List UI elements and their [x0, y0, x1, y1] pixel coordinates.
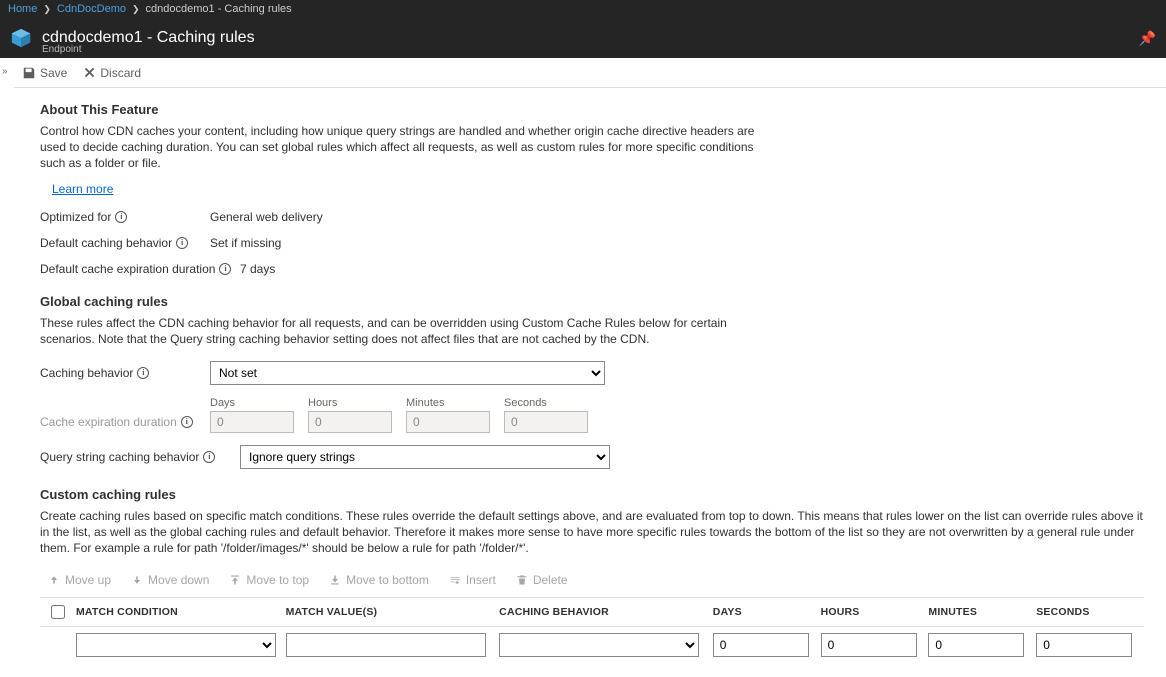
hours-input [308, 411, 392, 433]
arrow-down-icon [131, 574, 143, 586]
info-icon[interactable]: i [219, 263, 231, 275]
expiration-duration-label: Cache expiration durationi [40, 415, 210, 433]
minutes-input [406, 411, 490, 433]
global-rules-description: These rules affect the CDN caching behav… [40, 315, 760, 347]
global-rules-heading: Global caching rules [40, 294, 1144, 309]
title-bar: cdndocdemo1 - Caching rules Endpoint 📌 [0, 18, 1166, 58]
about-description: Control how CDN caches your content, inc… [40, 123, 760, 172]
info-icon[interactable]: i [176, 237, 188, 249]
info-icon[interactable]: i [137, 367, 149, 379]
chevron-right-icon: ❯ [132, 4, 140, 15]
move-down-button[interactable]: Move down [131, 573, 209, 587]
save-label: Save [40, 66, 67, 80]
header-minutes: MINUTES [928, 606, 1036, 618]
custom-rules-heading: Custom caching rules [40, 487, 1144, 502]
seconds-input [504, 411, 588, 433]
row-caching-behavior-select[interactable] [499, 633, 699, 657]
default-behavior-value: Set if missing [210, 236, 281, 250]
minutes-label: Minutes [406, 397, 490, 409]
delete-icon [516, 574, 528, 586]
header-caching-behavior: CACHING BEHAVIOR [499, 606, 713, 618]
table-header-row: MATCH CONDITION MATCH VALUE(S) CACHING B… [40, 597, 1144, 627]
header-hours: HOURS [821, 606, 929, 618]
pin-icon[interactable]: 📌 [1139, 30, 1156, 47]
default-behavior-label: Default caching behaviori [40, 236, 210, 250]
header-days: DAYS [713, 606, 821, 618]
row-seconds-input[interactable] [1036, 633, 1132, 657]
query-string-behavior-select[interactable]: Ignore query strings [240, 445, 610, 469]
row-hours-input[interactable] [821, 633, 917, 657]
endpoint-cube-icon [10, 27, 32, 49]
arrow-bottom-icon [329, 574, 341, 586]
learn-more-link[interactable]: Learn more [52, 182, 113, 196]
caching-behavior-select[interactable]: Not set [210, 361, 605, 385]
header-match-values: MATCH VALUE(S) [286, 606, 500, 618]
move-to-top-button[interactable]: Move to top [229, 573, 309, 587]
move-up-button[interactable]: Move up [48, 573, 111, 587]
discard-label: Discard [100, 66, 141, 80]
optimized-for-value: General web delivery [210, 210, 323, 224]
breadcrumb-cdndocdemo[interactable]: CdnDocDemo [57, 3, 126, 15]
select-all-checkbox[interactable] [51, 605, 65, 619]
command-toolbar: Save Discard [14, 58, 1166, 88]
breadcrumb: Home ❯ CdnDocDemo ❯ cdndocdemo1 - Cachin… [0, 0, 1166, 18]
expand-panel-icon[interactable]: » [0, 62, 10, 77]
info-icon[interactable]: i [181, 416, 193, 428]
row-match-condition-select[interactable] [76, 633, 276, 657]
days-label: Days [210, 397, 294, 409]
default-duration-label: Default cache expiration durationi [40, 262, 240, 276]
about-heading: About This Feature [40, 102, 1144, 117]
discard-button[interactable]: Discard [83, 66, 141, 80]
row-days-input[interactable] [713, 633, 809, 657]
table-row [40, 627, 1144, 663]
discard-icon [83, 66, 96, 79]
row-minutes-input[interactable] [928, 633, 1024, 657]
caching-behavior-label: Caching behaviori [40, 366, 210, 380]
row-match-values-input[interactable] [286, 633, 486, 657]
info-icon[interactable]: i [203, 451, 215, 463]
arrow-up-icon [48, 574, 60, 586]
days-input [210, 411, 294, 433]
optimized-for-label: Optimized fori [40, 210, 210, 224]
info-icon[interactable]: i [115, 211, 127, 223]
save-button[interactable]: Save [22, 66, 67, 80]
breadcrumb-current: cdndocdemo1 - Caching rules [146, 3, 292, 15]
custom-rules-description: Create caching rules based on specific m… [40, 508, 1144, 557]
seconds-label: Seconds [504, 397, 588, 409]
chevron-right-icon: ❯ [43, 4, 51, 15]
arrow-top-icon [229, 574, 241, 586]
breadcrumb-home[interactable]: Home [8, 3, 37, 15]
insert-button[interactable]: Insert [449, 573, 496, 587]
move-to-bottom-button[interactable]: Move to bottom [329, 573, 429, 587]
delete-button[interactable]: Delete [516, 573, 568, 587]
content-area: About This Feature Control how CDN cache… [0, 88, 1166, 677]
insert-icon [449, 574, 461, 586]
header-seconds: SECONDS [1036, 606, 1144, 618]
header-match-condition: MATCH CONDITION [76, 606, 286, 618]
rule-toolbar: Move up Move down Move to top Move to bo… [48, 573, 1144, 587]
save-icon [22, 66, 36, 80]
query-string-behavior-label: Query string caching behaviori [40, 450, 240, 464]
page-subtitle: Endpoint [42, 44, 81, 55]
hours-label: Hours [308, 397, 392, 409]
rules-table: MATCH CONDITION MATCH VALUE(S) CACHING B… [40, 597, 1144, 663]
duration-group: Days Hours Minutes Seconds [210, 397, 588, 433]
default-duration-value: 7 days [240, 262, 275, 276]
